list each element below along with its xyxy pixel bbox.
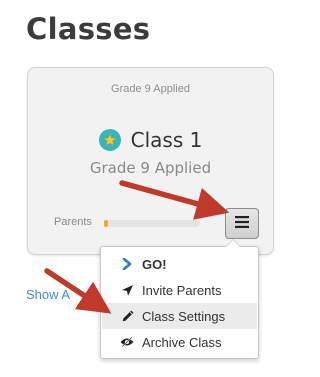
menu-item-class-settings[interactable]: Class Settings	[102, 303, 257, 329]
chevron-right-icon	[120, 257, 134, 271]
parents-progress-bar	[104, 220, 200, 227]
page-title: Classes	[26, 12, 151, 46]
show-all-link[interactable]: Show A	[26, 287, 70, 302]
class-grade: Grade 9 Applied	[89, 159, 212, 177]
menu-item-label: Class Settings	[142, 308, 226, 324]
menu-item-label: Invite Parents	[142, 282, 222, 298]
class-name[interactable]: Class 1	[131, 128, 203, 152]
parents-label: Parents	[54, 216, 92, 228]
parents-progress-fill	[104, 220, 108, 227]
archive-eye-icon	[120, 335, 134, 349]
menu-item-archive-class[interactable]: Archive Class	[102, 329, 257, 355]
star-icon	[98, 129, 121, 151]
class-card[interactable]: Grade 9 Applied Class 1 Grade 9 Applied …	[27, 67, 274, 255]
menu-item-go[interactable]: GO!	[102, 251, 257, 277]
menu-item-label: GO!	[142, 256, 167, 272]
class-actions-menu: GO! Invite Parents Class Settings Archiv…	[100, 239, 259, 359]
class-name-row: Class 1	[28, 128, 273, 152]
pencil-icon	[120, 309, 134, 323]
paper-plane-icon	[120, 283, 134, 297]
hamburger-icon	[235, 215, 249, 233]
menu-toggle-button[interactable]	[225, 208, 259, 239]
card-subtitle: Grade 9 Applied	[111, 83, 190, 95]
menu-item-label: Archive Class	[142, 334, 222, 350]
page: Classes Grade 9 Applied Class 1 Grade 9 …	[0, 0, 286, 377]
menu-item-invite-parents[interactable]: Invite Parents	[102, 277, 257, 303]
